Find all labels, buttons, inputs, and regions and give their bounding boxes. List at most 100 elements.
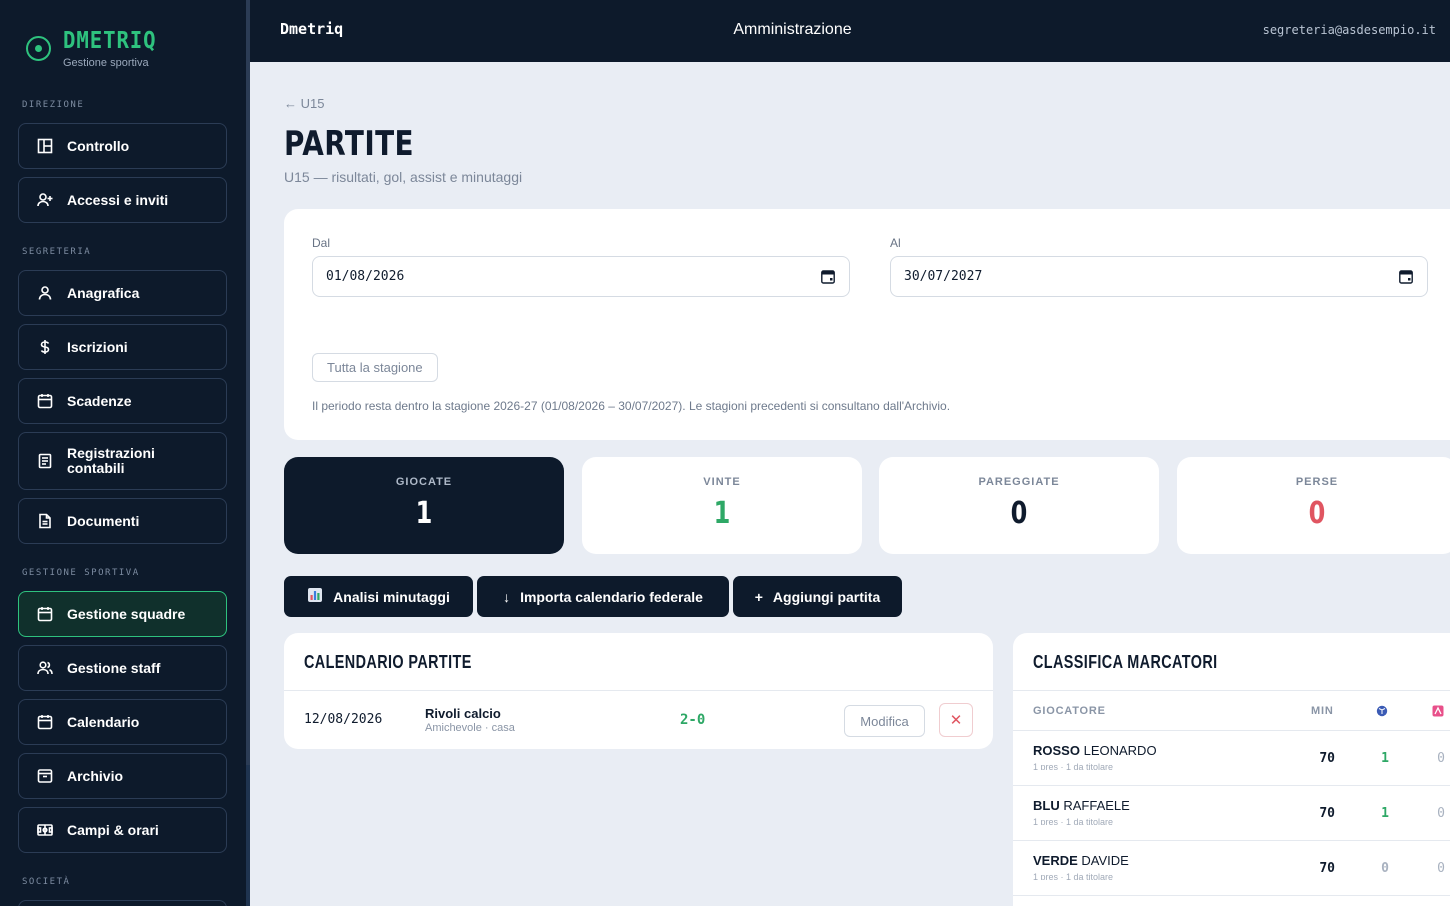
import-calendar-button[interactable]: ↓ Importa calendario federale [477,576,729,617]
sidebar-item-scadenze[interactable]: Scadenze [18,378,227,424]
sidebar-item-label: Controllo [67,137,130,154]
player-first-name: LEONARDO [1083,743,1157,758]
sidebar-item-calendario[interactable]: Calendario [18,699,227,745]
match-meta: Amichevole · casa [425,722,515,734]
user-icon [37,285,53,301]
field-icon [37,822,53,838]
from-date-input[interactable]: 01/08/2026 [312,256,850,297]
stat-value: 1 [713,496,731,531]
divider [1013,690,1450,691]
ledger-icon [37,453,53,469]
stat-pareggiate: PAREGGIATE 0 [879,457,1159,554]
sidebar-item-label: Anagrafica [67,284,140,301]
column-header-player[interactable]: GIOCATORE [1033,705,1106,717]
section-label-societa: SOCIETÀ [22,877,71,887]
sidebar-item-campi[interactable]: Campi & orari [18,807,227,853]
topbar: Dmetriq Amministrazione segreteria@asdes… [250,0,1450,62]
player-minutes: 70 [1319,861,1335,876]
minutes-analysis-button[interactable]: Analisi minutaggi [284,576,473,617]
back-link[interactable]: ← U15 [284,96,324,111]
from-date-value: 01/08/2026 [326,269,405,284]
button-label: Aggiungi partita [772,588,881,605]
add-match-button[interactable]: + Aggiungi partita [733,576,902,617]
sidebar-item-anagrafica[interactable]: Anagrafica [18,270,227,316]
button-label: Analisi minutaggi [333,588,450,605]
sidebar-item-label: Scadenze [67,392,132,409]
date-filter-card: Dal 01/08/2026 Al 30/07/2027 Tutta la st… [284,209,1450,440]
sidebar-item-label: Iscrizioni [67,338,128,355]
match-calendar-card: CALENDARIO PARTITE 12/08/2026 Rivoli cal… [284,633,993,749]
match-date: 12/08/2026 [304,712,383,727]
sidebar-item-accessi[interactable]: Accessi e inviti [18,177,227,223]
card-title: CALENDARIO PARTITE [304,652,472,672]
sidebar-item-archivio[interactable]: Archivio [18,753,227,799]
stat-label: GIOCATE [395,476,453,488]
to-date-input[interactable]: 30/07/2027 [890,256,1428,297]
archive-icon [37,768,53,784]
player-assists: 0 [1437,751,1445,766]
sidebar-item-label: Documenti [67,512,140,529]
card-title: CLASSIFICA MARCATORI [1033,652,1218,672]
player-assists: 0 [1437,861,1445,876]
page-subtitle: U15 — risultati, gol, assist e minutaggi [284,169,523,185]
stat-value: 1 [415,496,433,531]
brand-logo[interactable]: DMETRIQ Gestione sportiva [26,27,167,69]
brand-name: DMETRIQ [63,28,157,54]
users-icon [37,660,53,676]
column-header-min[interactable]: MIN [1311,705,1334,717]
sidebar-item-controllo[interactable]: Controllo [18,123,227,169]
full-season-button[interactable]: Tutta la stagione [312,353,438,382]
sidebar: DMETRIQ Gestione sportiva DIREZIONE Cont… [0,0,250,906]
divider [1013,785,1450,786]
sidebar-item-label: Campi & orari [67,821,159,838]
stat-giocate: GIOCATE 1 [284,457,564,554]
user-email[interactable]: segreteria@asdesempio.it [1263,23,1436,37]
calendar-icon [37,606,53,622]
stat-perse: PERSE 0 [1177,457,1450,554]
scorers-card: CLASSIFICA MARCATORI GIOCATORE MIN ROSSO… [1013,633,1450,906]
delete-match-button[interactable]: ✕ [939,703,973,737]
stat-label: VINTE [703,476,741,488]
player-minutes: 70 [1319,806,1335,821]
sidebar-item-gestione-staff[interactable]: Gestione staff [18,645,227,691]
season-note: Il periodo resta dentro la stagione 2026… [312,399,951,413]
player-appearances: 1 pres · 1 da titolare [1033,762,1114,770]
topbar-title: Amministrazione [733,21,852,38]
match-opponent: Rivoli calcio [425,706,501,721]
calendar-icon[interactable] [821,269,835,284]
player-minutes: 70 [1319,751,1335,766]
sidebar-item-iscrizioni[interactable]: Iscrizioni [18,324,227,370]
edit-match-button[interactable]: Modifica [844,705,925,737]
sidebar-item-registrazioni[interactable]: Registrazioni contabili [18,432,227,490]
sidebar-item-label: Calendario [67,713,140,730]
ball-icon[interactable] [1376,704,1388,722]
assist-icon[interactable] [1432,704,1444,722]
player-first-name: DAVIDE [1081,853,1129,868]
sidebar-item-label: Registrazioni contabili [67,445,155,476]
player-appearances: 1 pres · 1 da titolare [1033,872,1114,880]
player-last-name: BLU [1033,798,1060,813]
stat-label: PAREGGIATE [978,476,1060,488]
calendar-icon[interactable] [1399,269,1413,284]
sidebar-item-label: Archivio [67,767,124,784]
section-label-direzione: DIREZIONE [22,100,85,110]
player-name: BLU RAFFAELE [1033,798,1130,813]
dashboard-icon [37,138,53,154]
bar-chart-icon [307,587,323,606]
dollar-icon [37,339,53,355]
sidebar-item-documenti[interactable]: Documenti [18,498,227,544]
to-date-value: 30/07/2027 [904,269,983,284]
player-first-name: RAFFAELE [1063,798,1130,813]
player-name: ROSSO LEONARDO [1033,743,1157,758]
to-label: Al [890,236,901,250]
player-name: VERDE DAVIDE [1033,853,1129,868]
close-icon: ✕ [949,712,963,729]
player-goals: 1 [1381,806,1389,821]
sidebar-scrollbar[interactable] [246,0,250,765]
sidebar-item-gestione-squadre[interactable]: Gestione squadre [18,591,227,637]
stat-label: PERSE [1295,476,1339,488]
calendar-icon [37,393,53,409]
divider [284,690,993,691]
sidebar-item-next[interactable] [18,900,227,906]
section-label-segreteria: SEGRETERIA [22,247,92,257]
